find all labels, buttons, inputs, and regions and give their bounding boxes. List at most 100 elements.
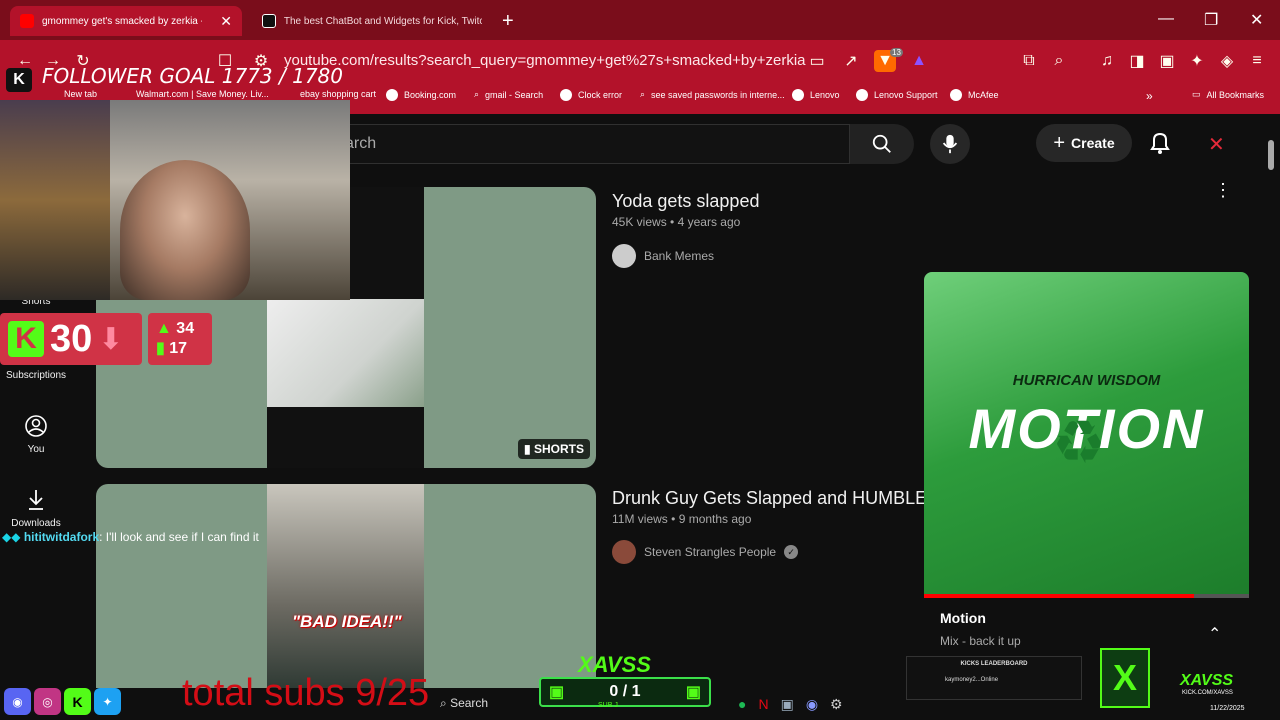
stat-badge: ▲ 34 ▮ 17 — [148, 313, 212, 365]
menu-icon[interactable]: ≡ — [1246, 50, 1268, 72]
search-button[interactable] — [850, 124, 914, 164]
miniplayer-video[interactable]: HURRICAN WISDOM MOTION ♻ — [924, 272, 1249, 595]
video-thumbnail[interactable]: "BAD IDEA!!" — [96, 484, 596, 688]
settings-icon[interactable]: ⚙ — [830, 696, 843, 713]
tab-youtube[interactable]: gmommey get's smacked by zerkia - YouTub… — [10, 6, 242, 36]
bookmark-item[interactable]: ebay shopping cart — [300, 89, 376, 99]
video-title[interactable]: Yoda gets slapped — [612, 191, 759, 212]
bookmark-item[interactable]: McAfee — [950, 89, 999, 101]
miniplayer-info: Motion Mix - back it up ⌃ — [924, 598, 1249, 658]
brand-url: KICK.COM/XAVSS — [1182, 690, 1233, 696]
sub-goal-bar: ▣ 0 / 1 ▣ — [539, 677, 711, 707]
kick-follower-badge: K 30 ⬇ — [0, 313, 142, 365]
search-input[interactable]: arch — [330, 124, 850, 164]
kick-icon: K — [64, 688, 91, 715]
close-icon[interactable]: ✕ — [1208, 132, 1225, 157]
new-tab-icon[interactable]: + — [502, 10, 514, 33]
spotify-icon[interactable]: ● — [738, 696, 746, 713]
install-icon[interactable]: ▭ — [806, 50, 828, 72]
bookmark-item[interactable]: Lenovo Support — [856, 89, 938, 101]
thumbnail-caption: "BAD IDEA!!" — [292, 612, 402, 631]
sidebar-item-subscriptions[interactable]: Subscriptions — [0, 370, 72, 381]
scrollbar-thumb[interactable] — [1268, 140, 1274, 170]
follower-goal: FOLLOWER GOAL 1773 / 1780 — [42, 64, 343, 88]
bar-chart-icon: ▮ — [156, 340, 165, 357]
album-art-subtitle: HURRICAN WISDOM — [1012, 372, 1161, 389]
rewards-icon[interactable]: ▲ — [908, 50, 930, 72]
search-icon: ⌕ — [474, 89, 480, 99]
create-button[interactable]: + Create — [1036, 124, 1132, 162]
sidebar-icon[interactable]: ◨ — [1126, 50, 1148, 72]
globe-icon — [856, 89, 868, 101]
sidebar-item-you[interactable]: You — [0, 414, 72, 455]
sub-goal-logo: XAVSS — [578, 652, 651, 677]
bell-icon — [1150, 132, 1170, 154]
chat-message: ◆◆ hititwitdafork: I'll look and see if … — [2, 530, 259, 544]
chat-text: : I'll look and see if I can find it — [99, 530, 259, 544]
window-close-icon[interactable]: ✕ — [1250, 10, 1263, 30]
brand-logo-icon: X — [1100, 648, 1150, 708]
video-meta: 11M views • 9 months ago — [612, 512, 752, 526]
taskbar-apps: ● N ▣ ◉ ⚙ — [738, 696, 843, 713]
download-icon — [29, 490, 43, 510]
all-bookmarks[interactable]: ▭ All Bookmarks — [1192, 89, 1264, 100]
bookmark-item[interactable]: Clock error — [560, 89, 622, 101]
voice-search-button[interactable] — [930, 124, 970, 164]
streamer-face — [120, 160, 250, 300]
tab-title: gmommey get's smacked by zerkia - YouTub… — [42, 15, 202, 27]
globe-icon — [792, 89, 804, 101]
avatar — [612, 540, 636, 564]
gift-icon: ▣ — [685, 684, 701, 701]
channel-link[interactable]: Bank Memes — [612, 244, 714, 268]
kick-logo-icon: K — [6, 68, 32, 92]
sidebar-item-downloads[interactable]: Downloads — [0, 488, 72, 529]
chat-username: hititwitdafork — [23, 530, 100, 544]
leo-icon[interactable]: ✦ — [1186, 50, 1208, 72]
wallet-icon[interactable]: ▣ — [1156, 50, 1178, 72]
brand-name: XAVSS — [1180, 672, 1234, 689]
social-icons: ◉ ◎ K ✦ — [4, 688, 121, 715]
netflix-icon[interactable]: N — [758, 696, 768, 713]
kicks-leaderboard: KICKS LEADERBOARD kaymoney2...Online — [906, 656, 1082, 700]
more-options-icon[interactable]: ⋮ — [1214, 181, 1232, 199]
share-icon[interactable]: ↗ — [840, 50, 862, 72]
discord-taskbar-icon[interactable]: ◉ — [806, 696, 818, 713]
twitter-icon: ✦ — [94, 688, 121, 715]
taskbar-date: 11/22/2025 — [1210, 705, 1245, 712]
expand-chevron-icon[interactable]: ⌃ — [1208, 624, 1221, 644]
thumbnail-frame — [267, 484, 424, 688]
miniplayer-title[interactable]: Motion — [940, 610, 986, 626]
globe-icon — [386, 89, 398, 101]
minimize-icon[interactable]: — — [1158, 10, 1174, 28]
search-icon: ⌕ — [640, 89, 646, 99]
miniplayer-subtitle: Mix - back it up — [940, 634, 1021, 648]
music-icon[interactable]: ♫ — [1096, 50, 1118, 72]
close-tab-icon[interactable]: ✕ — [220, 13, 232, 30]
vpn-icon[interactable]: ◈ — [1216, 50, 1238, 72]
bot-icon — [262, 14, 276, 28]
arrow-down-icon: ⬇ — [98, 322, 124, 356]
kick-logo-icon: K — [8, 321, 44, 357]
video-title[interactable]: Drunk Guy Gets Slapped and HUMBLED — [612, 488, 924, 509]
tab-chatbot[interactable]: The best ChatBot and Widgets for Kick, T… — [252, 6, 492, 36]
discord-icon: ◉ — [4, 688, 31, 715]
notifications-button[interactable] — [1148, 130, 1172, 161]
bookmark-item[interactable]: Lenovo — [792, 89, 840, 101]
channel-link[interactable]: Steven Strangles People ✓ — [612, 540, 799, 564]
more-bookmarks-icon[interactable]: » — [1146, 89, 1153, 103]
app-icon[interactable]: ▣ — [781, 696, 794, 713]
microphone-icon — [942, 134, 958, 154]
bookmark-item[interactable]: Booking.com — [386, 89, 456, 101]
account-icon — [25, 415, 47, 437]
bookmark-item[interactable]: Walmart.com | Save Money. Liv... — [136, 89, 269, 99]
shield-badge: 13 — [890, 48, 903, 57]
bookmark-item[interactable]: ⌕ gmail - Search — [474, 89, 543, 100]
search-tab-icon[interactable]: ⌕ — [1048, 50, 1070, 72]
bookmark-item[interactable]: ⌕ see saved passwords in interne... — [640, 89, 785, 100]
taskbar-search[interactable]: ⌕ Search — [440, 696, 488, 711]
bookmark-item[interactable]: New tab — [64, 89, 97, 99]
extensions-icon[interactable]: ⧉ — [1018, 50, 1040, 72]
search-icon — [872, 134, 891, 153]
restore-icon[interactable]: ❐ — [1204, 10, 1218, 30]
url-field[interactable]: youtube.com/results?search_query=gmommey… — [284, 52, 806, 69]
